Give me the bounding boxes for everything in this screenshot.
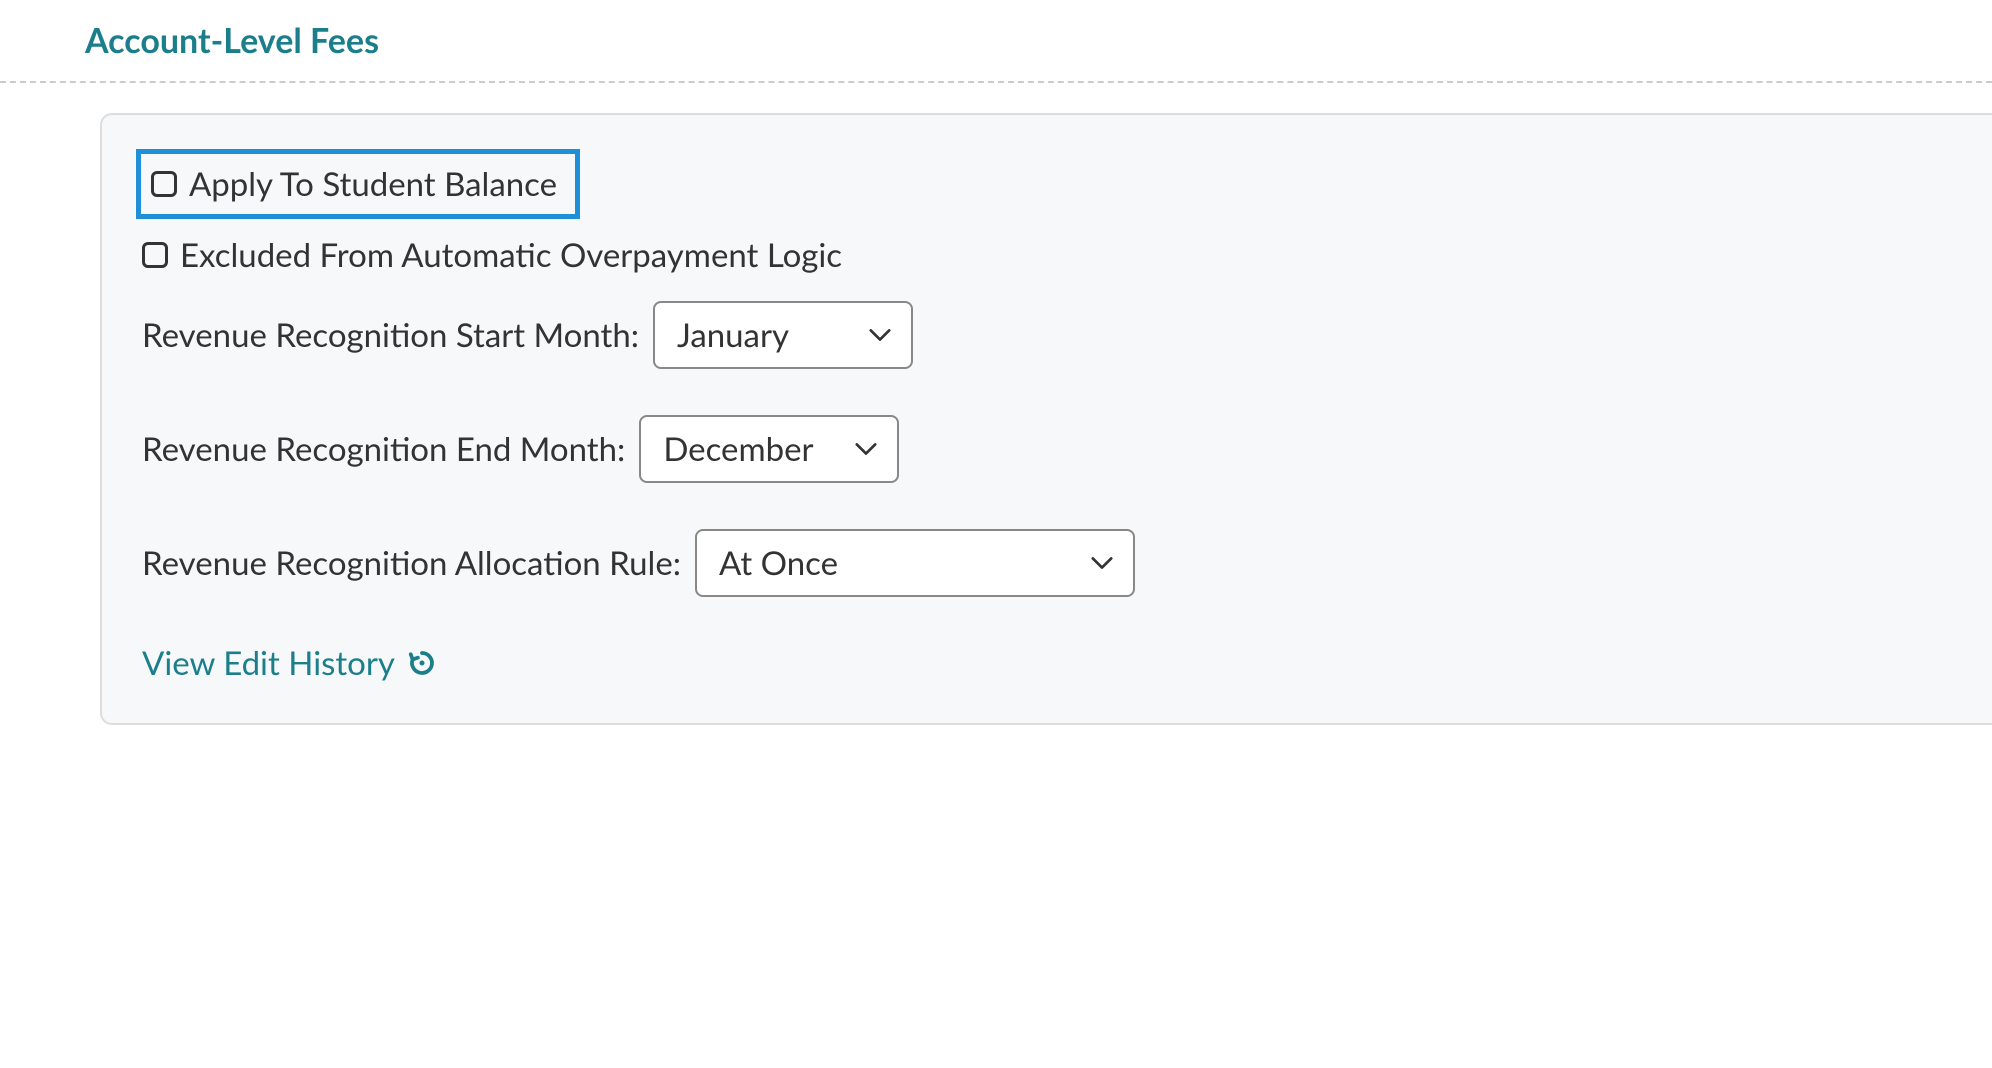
revenue-end-month-label: Revenue Recognition End Month: [142,429,625,469]
history-icon [407,648,437,678]
checkbox-icon [142,242,168,268]
section-title: Account-Level Fees [0,0,1992,81]
view-edit-history-label: View Edit History [142,643,395,683]
revenue-end-month-select[interactable]: December [639,415,899,483]
excluded-overpayment-label: Excluded From Automatic Overpayment Logi… [180,235,842,275]
revenue-start-month-label: Revenue Recognition Start Month: [142,315,639,355]
revenue-allocation-rule-label: Revenue Recognition Allocation Rule: [142,543,681,583]
section-divider [0,81,1992,83]
revenue-start-month-select[interactable]: January [653,301,913,369]
excluded-overpayment-checkbox-row[interactable]: Excluded From Automatic Overpayment Logi… [142,235,1952,275]
revenue-allocation-rule-select[interactable]: At Once [695,529,1135,597]
view-edit-history-link[interactable]: View Edit History [142,643,437,683]
account-level-fees-panel: Apply To Student Balance Excluded From A… [100,113,1992,725]
revenue-start-month-row: Revenue Recognition Start Month: January [142,301,1952,369]
apply-to-student-balance-checkbox-row[interactable]: Apply To Student Balance [136,149,580,219]
apply-to-student-balance-label: Apply To Student Balance [189,164,557,204]
view-edit-history-row: View Edit History [142,643,1952,683]
revenue-end-month-row: Revenue Recognition End Month: December [142,415,1952,483]
revenue-allocation-rule-row: Revenue Recognition Allocation Rule: At … [142,529,1952,597]
checkbox-icon [151,171,177,197]
